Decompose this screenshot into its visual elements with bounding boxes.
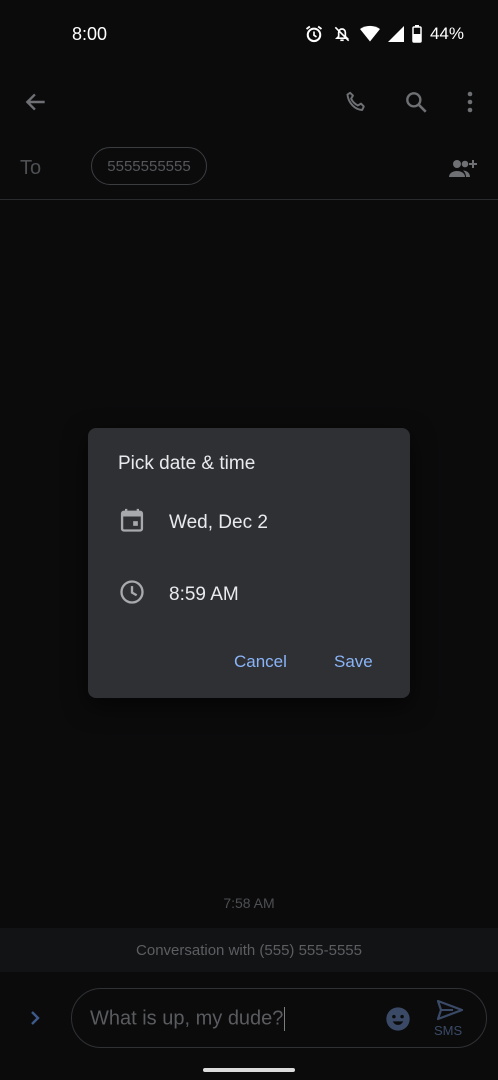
header-divider (0, 199, 498, 200)
phone-icon[interactable] (336, 82, 376, 122)
clock-icon (118, 578, 146, 611)
back-arrow-icon[interactable] (16, 82, 56, 122)
cell-signal-icon (387, 25, 404, 43)
search-icon[interactable] (396, 82, 436, 122)
save-button[interactable]: Save (334, 652, 373, 672)
more-vert-icon[interactable] (450, 82, 490, 122)
send-icon[interactable] (436, 999, 464, 1026)
send-sms-label: SMS (434, 1023, 463, 1038)
battery-percent: 44% (429, 24, 464, 43)
text-caret (284, 1007, 286, 1031)
emoji-icon[interactable] (384, 1005, 412, 1038)
date-time-dialog: Pick date & time Wed, Dec 2 8:59 AM Canc… (88, 428, 410, 698)
cancel-button[interactable]: Cancel (234, 652, 287, 672)
compose-input[interactable]: What is up, my dude? (90, 1007, 286, 1031)
compose-text: What is up, my dude? (90, 1007, 284, 1030)
dialog-title: Pick date & time (118, 453, 256, 474)
to-label: To (20, 157, 42, 179)
battery-icon (412, 25, 422, 43)
conversation-banner: Conversation with (555) 555-5555 (0, 928, 498, 972)
date-row[interactable]: Wed, Dec 2 (118, 506, 268, 539)
wifi-icon (359, 25, 380, 43)
time-value: 8:59 AM (169, 583, 239, 605)
status-time: 8:00 (72, 24, 108, 44)
calendar-icon (118, 506, 146, 539)
alarm-icon (304, 24, 324, 44)
notifications-off-icon (332, 24, 352, 44)
recipient-chip[interactable]: 5555555555 (91, 147, 207, 185)
date-value: Wed, Dec 2 (169, 511, 268, 533)
add-person-icon[interactable] (442, 149, 482, 189)
expand-chevron-icon[interactable] (15, 998, 55, 1038)
conversation-banner-text: Conversation with (555) 555-5555 (136, 941, 362, 959)
home-indicator[interactable] (203, 1068, 295, 1072)
message-timestamp: 7:58 AM (223, 895, 275, 911)
status-icons: 44% (304, 24, 464, 44)
time-row[interactable]: 8:59 AM (118, 578, 239, 611)
compose-field[interactable]: What is up, my dude? SMS (71, 988, 487, 1048)
